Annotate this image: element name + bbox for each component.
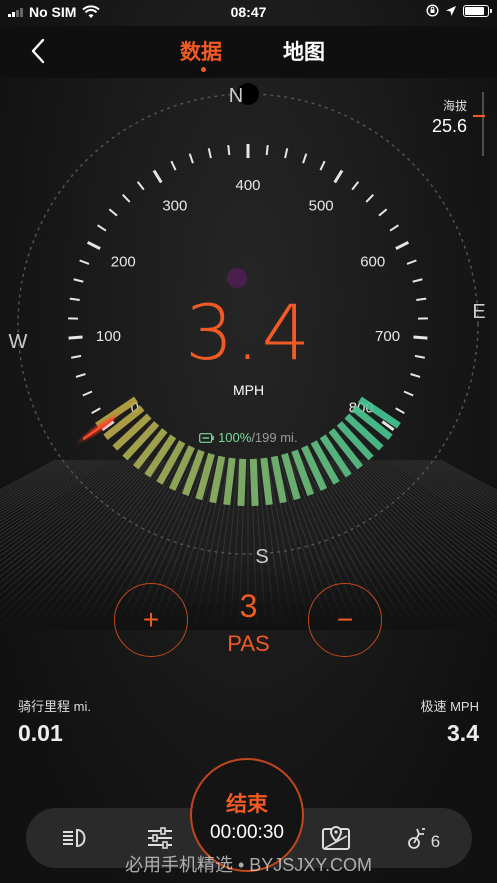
speed-tick xyxy=(412,278,423,283)
compass-north: N xyxy=(229,85,243,107)
orientation-lock-icon xyxy=(426,4,439,17)
speed-tick xyxy=(86,240,101,250)
app-screen: No SIM 08:47 数据 地图 0 100 200 300 400 500… xyxy=(0,0,497,883)
battery-bar xyxy=(270,455,287,504)
altitude-readout: 海拔 25.6 xyxy=(432,97,467,137)
speed-scale-label: 600 xyxy=(360,253,385,270)
battery-info: 100%/199 mi. xyxy=(0,430,497,445)
ride-duration: 00:00:30 xyxy=(210,822,284,843)
distance-value: 0.01 xyxy=(18,720,63,746)
map-pin-icon xyxy=(322,825,350,850)
battery-bar xyxy=(237,458,247,506)
speed-tick xyxy=(188,153,194,164)
bike-count: 6 xyxy=(430,832,441,851)
battery-range: /199 mi. xyxy=(251,430,298,445)
speed-tick xyxy=(302,153,308,164)
max-speed-value: 3.4 xyxy=(447,720,479,746)
location-arrow-icon xyxy=(446,5,456,16)
watermark: 必用手机精选 • BYJSJXY.COM xyxy=(124,855,372,875)
battery-percent: 100% xyxy=(218,430,252,445)
speed-tick xyxy=(91,407,101,415)
speed-tick xyxy=(265,144,269,156)
speed-scale-label: 500 xyxy=(309,198,334,215)
speed-tick xyxy=(395,240,410,250)
speed-tick xyxy=(152,169,163,184)
altitude-label: 海拔 xyxy=(442,99,467,113)
status-time: 08:47 xyxy=(230,4,267,20)
speed-tick xyxy=(79,259,90,265)
altitude-value: 25.6 xyxy=(431,116,467,136)
back-button[interactable] xyxy=(26,36,52,66)
speed-tick xyxy=(395,407,405,415)
speed-tick xyxy=(406,259,417,265)
speed-scale-label: 300 xyxy=(162,198,187,215)
speed-tick xyxy=(170,160,177,171)
pas-level: 3 xyxy=(239,588,258,624)
speed-unit: MPH xyxy=(232,382,265,398)
battery-icon xyxy=(199,433,215,443)
battery-icon xyxy=(463,4,492,17)
tab-map[interactable]: 地图 xyxy=(283,36,325,66)
distance-label: 骑行里程 mi. xyxy=(18,699,91,714)
speed-tick xyxy=(136,181,145,191)
speed-tick xyxy=(284,148,289,159)
speed-tick xyxy=(365,194,374,203)
minus-icon: − xyxy=(336,604,354,635)
chevron-left-icon xyxy=(31,38,45,64)
compass-south: S xyxy=(255,546,268,568)
speed-tick xyxy=(73,278,84,283)
speed-tick xyxy=(319,160,326,171)
speed-tick xyxy=(389,224,399,232)
end-ride-label: 结束 xyxy=(226,793,268,816)
center-dot-icon xyxy=(227,268,247,288)
pas-decrease-button[interactable]: − xyxy=(308,583,382,657)
speed-tick xyxy=(333,169,344,184)
pas-label: PAS xyxy=(227,631,270,656)
speed-scale-label: 200 xyxy=(111,253,136,270)
speed-tick xyxy=(108,208,118,217)
speed-value: 3.4 xyxy=(185,288,312,377)
max-speed-label: 极速 MPH xyxy=(420,699,479,714)
battery-bar xyxy=(209,455,226,504)
speed-tick xyxy=(122,194,131,203)
speed-tick xyxy=(227,144,231,156)
bike-icon xyxy=(407,828,425,849)
speed-tick xyxy=(351,181,360,191)
altitude-scale-icon xyxy=(473,92,485,156)
headlight-icon xyxy=(63,828,86,848)
speed-tick xyxy=(97,224,107,232)
status-bar: No SIM 08:47 xyxy=(0,0,497,26)
sliders-icon xyxy=(148,827,172,849)
tab-data[interactable]: 数据 xyxy=(180,36,222,66)
speed-scale-label: 400 xyxy=(235,177,260,194)
battery-bar xyxy=(249,458,259,506)
speed-tick xyxy=(378,208,388,217)
status-right xyxy=(426,4,492,17)
speed-tick xyxy=(207,148,212,159)
